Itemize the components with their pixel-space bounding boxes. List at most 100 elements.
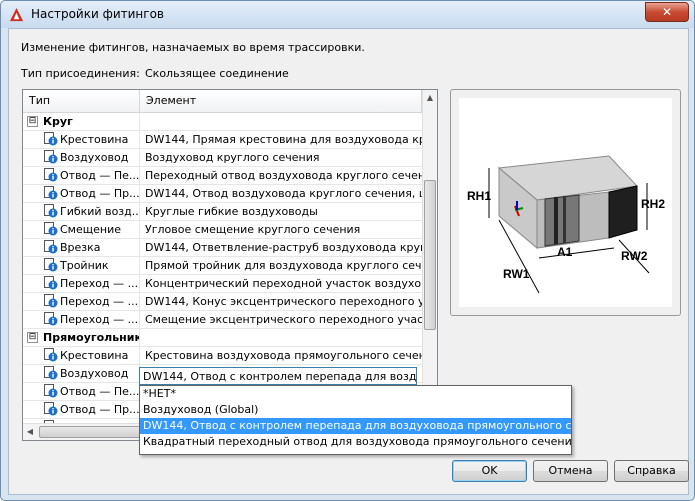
- type-label: Воздуховод: [60, 367, 129, 380]
- type-cell: Врезка: [23, 239, 140, 256]
- element-cell[interactable]: DW144, Конус эксцентрического переходног…: [140, 293, 422, 310]
- info-icon: [44, 384, 58, 398]
- close-button[interactable]: ✕: [645, 2, 689, 22]
- grid-row[interactable]: Воздуховод Воздуховод круглого сечения: [23, 149, 422, 167]
- element-cell[interactable]: Воздуховод круглого сечения: [140, 149, 422, 166]
- collapse-icon[interactable]: ⊟: [27, 332, 38, 343]
- dropdown-option[interactable]: DW144, Отвод с контролем перепада для во…: [140, 418, 571, 434]
- grid-row[interactable]: Крестовина DW144, Прямая крестовина для в…: [23, 131, 422, 149]
- grid-row[interactable]: Тройник Прямой тройник для воздуховода кр…: [23, 257, 422, 275]
- collapse-icon[interactable]: ⊟: [27, 116, 38, 127]
- help-button[interactable]: Справка: [614, 460, 689, 482]
- type-cell: Отвод — Пе...: [23, 383, 140, 400]
- grid-group-row[interactable]: ⊟ Прямоугольник: [23, 329, 422, 347]
- type-label: Крестовина: [60, 133, 129, 146]
- cancel-button[interactable]: Отмена: [533, 460, 608, 482]
- type-label: Отвод — Пр...: [60, 187, 140, 200]
- type-label: Переход — ...: [60, 277, 139, 290]
- scroll-left-icon[interactable]: ◀: [23, 424, 37, 440]
- type-cell: Переход — ...: [23, 275, 140, 292]
- connection-type-value: Скользящее соединение: [145, 67, 289, 80]
- dialog-window: Настройки фитингов ✕ Изменение фитингов,…: [0, 0, 695, 501]
- element-combobox[interactable]: DW144, Отвод с контролем перепада для во…: [139, 367, 417, 385]
- info-icon: [44, 204, 58, 218]
- dropdown-option[interactable]: Воздуховод (Global): [140, 402, 571, 418]
- grid-row[interactable]: Крестовина Крестовина воздуховода прямоуг…: [23, 347, 422, 365]
- element-cell[interactable]: Смещение эксцентрического переходного уч…: [140, 311, 422, 328]
- type-cell: Крестовина: [23, 347, 140, 364]
- type-label: Крестовина: [60, 349, 129, 362]
- type-label: Врезка: [60, 241, 101, 254]
- grid-row[interactable]: Отвод — Пе... Переходный отвод воздуховод…: [23, 167, 422, 185]
- info-icon: [44, 276, 58, 290]
- element-cell[interactable]: Крестовина воздуховода прямоугольного се…: [140, 347, 422, 364]
- type-label: Гибкий возд...: [60, 205, 140, 218]
- vertical-scroll-thumb[interactable]: [424, 180, 436, 330]
- fitting-preview-panel: RH1 RH2 A1 RW1 RW2: [450, 89, 681, 316]
- grid-row[interactable]: Переход — ... Концентрический переходной …: [23, 275, 422, 293]
- type-label: Отвод — Пе...: [60, 385, 140, 398]
- vertical-scrollbar[interactable]: ▲ ▼: [422, 90, 437, 422]
- label-rw2: RW2: [621, 249, 648, 263]
- element-cell[interactable]: Угловое смещение круглого сечения: [140, 221, 422, 238]
- info-icon: [44, 150, 58, 164]
- element-dropdown-list: *НЕТ* Воздуховод (Global) DW144, Отвод с к…: [139, 385, 572, 455]
- element-cell[interactable]: Концентрический переходной участок возду…: [140, 275, 422, 292]
- type-label: Отвод — Пе...: [60, 169, 140, 182]
- element-cell[interactable]: Прямой тройник для воздуховода круглого …: [140, 257, 422, 274]
- type-label: Переход — ...: [60, 295, 139, 308]
- connection-type-label: Тип присоединения:: [21, 67, 140, 80]
- dropdown-option[interactable]: Квадратный переходный отвод для воздухов…: [140, 434, 571, 450]
- ok-button[interactable]: OK: [452, 460, 527, 482]
- group-element-cell: [140, 329, 422, 346]
- type-cell: Воздуховод: [23, 149, 140, 166]
- dialog-description: Изменение фитингов, назначаемых во время…: [21, 41, 365, 54]
- type-cell: Гибкий возд...: [23, 203, 140, 220]
- type-label: Переход — ...: [60, 313, 139, 326]
- grid-row[interactable]: Переход — ... Смещение эксцентрического п…: [23, 311, 422, 329]
- grid-row[interactable]: Переход — ... DW144, Конус эксцентрическо…: [23, 293, 422, 311]
- scroll-up-icon[interactable]: ▲: [423, 90, 437, 106]
- group-type-cell: ⊟ Круг: [23, 113, 140, 130]
- type-cell: Воздуховод: [23, 365, 140, 382]
- type-cell: Тройник: [23, 257, 140, 274]
- grid-row[interactable]: Гибкий возд... Круглые гибкие воздуховоды: [23, 203, 422, 221]
- type-cell: Отвод — Пе...: [23, 167, 140, 184]
- type-cell: Крестовина: [23, 131, 140, 148]
- label-rh1: RH1: [467, 189, 491, 203]
- info-icon: [44, 366, 58, 380]
- element-cell[interactable]: DW144, Отвод воздуховода круглого сечени…: [140, 185, 422, 202]
- info-icon: [44, 312, 58, 326]
- info-icon: [44, 222, 58, 236]
- app-logo-icon: [9, 7, 24, 22]
- group-label: Прямоугольник: [43, 331, 140, 344]
- dialog-client-area: Изменение фитингов, назначаемых во время…: [8, 28, 689, 495]
- grid-row[interactable]: Смещение Угловое смещение круглого сечени…: [23, 221, 422, 239]
- info-icon: [44, 240, 58, 254]
- info-icon: [44, 294, 58, 308]
- type-cell: Отвод — Пр...: [23, 401, 140, 418]
- type-cell: Смещение: [23, 221, 140, 238]
- element-cell[interactable]: DW144, Прямая крестовина для воздуховода…: [140, 131, 422, 148]
- type-label: Воздуховод: [60, 151, 129, 164]
- column-header-element[interactable]: Элемент: [140, 90, 422, 112]
- title-bar[interactable]: Настройки фитингов ✕: [1, 1, 694, 28]
- grid-row[interactable]: Врезка DW144, Ответвление-раструб воздухо…: [23, 239, 422, 257]
- grid-group-row[interactable]: ⊟ Круг: [23, 113, 422, 131]
- rectangular-elbow-drawing: RH1 RH2 A1 RW1 RW2: [467, 155, 665, 294]
- label-a1: A1: [557, 245, 573, 259]
- info-icon: [44, 402, 58, 416]
- info-icon: [44, 168, 58, 182]
- label-rw1: RW1: [503, 267, 530, 281]
- type-cell: Переход — ...: [23, 311, 140, 328]
- type-label: Тройник: [60, 259, 109, 272]
- group-element-cell: [140, 113, 422, 130]
- grid-header: Тип Элемент: [23, 90, 422, 113]
- dropdown-option[interactable]: *НЕТ*: [140, 386, 571, 402]
- fitting-preview-image: RH1 RH2 A1 RW1 RW2: [459, 98, 672, 307]
- element-cell[interactable]: Круглые гибкие воздуховоды: [140, 203, 422, 220]
- element-cell[interactable]: DW144, Ответвление-раструб воздуховода к…: [140, 239, 422, 256]
- grid-row[interactable]: Отвод — Пр... DW144, Отвод воздуховода кр…: [23, 185, 422, 203]
- column-header-type[interactable]: Тип: [23, 90, 140, 112]
- element-cell[interactable]: Переходный отвод воздуховода круглого се…: [140, 167, 422, 184]
